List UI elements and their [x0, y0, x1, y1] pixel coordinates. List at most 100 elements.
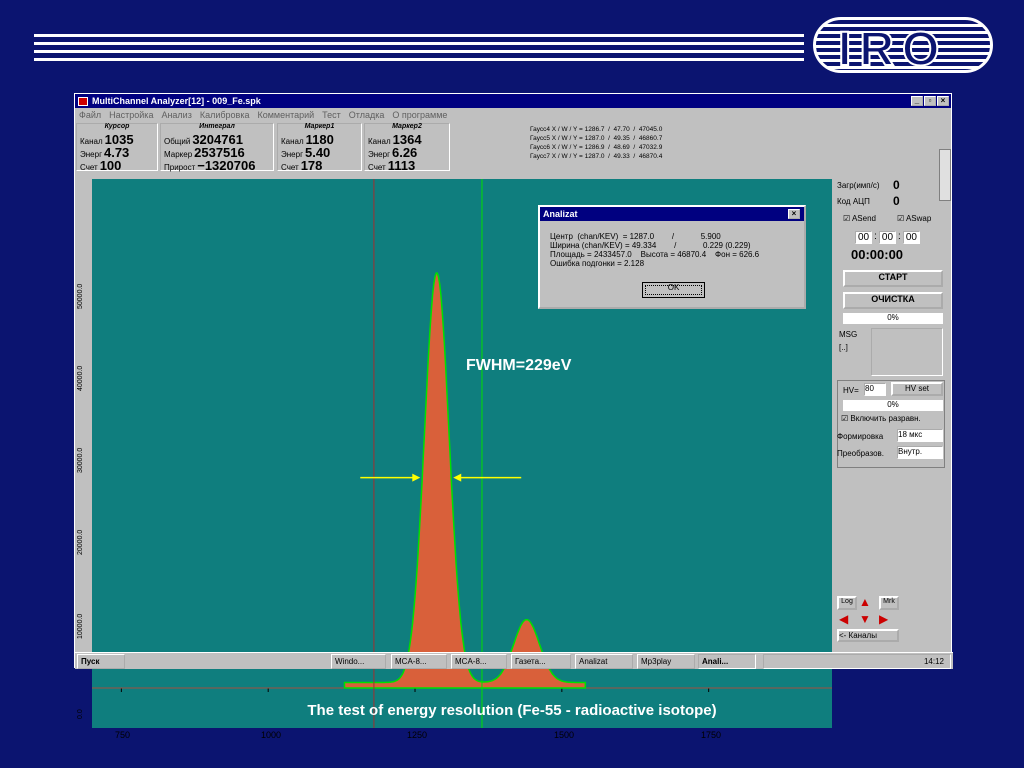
dialog-line: Центр (chan/KEV) = 1287.0 / 5.900 [550, 232, 721, 241]
side-panel: Загр(имп/с) 0 Код АЦП 0 ☑ ASend ☑ ASwap … [835, 178, 947, 648]
arrow-right-icon[interactable]: ▶ [879, 612, 888, 626]
x-tick-label: 750 [115, 730, 131, 740]
menu-comment[interactable]: Комментарий [257, 110, 314, 120]
dialog-close-icon[interactable]: × [788, 209, 800, 219]
taskbar-item[interactable]: Windo... [331, 654, 386, 669]
menu-test[interactable]: Тест [322, 110, 341, 120]
dialog-line: Ошибка подгонки = 2.128 [550, 259, 645, 268]
slide-caption: The test of energy resolution (Fe-55 - r… [307, 702, 717, 719]
gauss-line: Гаусс6 X / W / Y = 1286.9 / 48.69 / 4703… [530, 144, 663, 151]
hv-set-button[interactable]: HV set [891, 382, 943, 396]
marker2-header: Маркер2 [392, 123, 422, 130]
taskbar-item-active[interactable]: Anali... [698, 654, 756, 669]
adc-value: 0 [893, 194, 900, 208]
menu-analysis[interactable]: Анализ [161, 110, 191, 120]
label: Счет [80, 163, 98, 172]
channels-button[interactable]: <- Каналы [837, 629, 899, 642]
gauss-results: Гаусс4 X / W / Y = 1286.7 / 47.70 / 4704… [530, 125, 662, 161]
timer-display: 00:00:00 [851, 247, 904, 262]
fwhm-arrowhead-right [453, 473, 462, 482]
app-icon [78, 96, 88, 106]
fwhm-arrowhead-left [412, 473, 421, 482]
close-button[interactable]: × [937, 96, 949, 106]
info-panel: Курсор Канал 1035 Энерг 4.73 Счет 100 Интег… [75, 121, 951, 201]
title-bar: MultiChannel Analyzer[12] - 009_Fe.spk _… [75, 94, 951, 108]
ok-button[interactable]: OK [642, 282, 705, 298]
marker2-box: Маркер2 Канал 1364 Энерг 6.26 Счет 1113 [364, 123, 450, 173]
dialog-line: Ширина (chan/KEV) = 49.334 / 0.229 (0.22… [550, 241, 751, 250]
y-tick-label: 40000.0 [77, 365, 84, 391]
label: Счет [368, 163, 386, 172]
spectrum-peak [343, 272, 587, 689]
menu-calibration[interactable]: Калибровка [200, 110, 250, 120]
taskbar-item[interactable]: Analizat [575, 654, 633, 669]
msg-box [871, 328, 943, 376]
load-label: Загр(имп/с) [837, 181, 880, 190]
label: Прирост [164, 163, 196, 172]
dialog-line: Площадь = 2433457.0 Высота = 46870.4 Фон… [550, 250, 760, 259]
logo-text: IRO [837, 22, 948, 73]
gauss-line: Гаусс7 X / W / Y = 1287.0 / 49.33 / 4687… [530, 153, 663, 160]
hv-input[interactable]: 80 [864, 383, 886, 396]
y-tick-label: 30000.0 [77, 447, 84, 473]
log-button[interactable]: Log [837, 596, 857, 610]
marker1-header: Маркер1 [304, 123, 335, 130]
enable-label: Включить разравн. [850, 414, 921, 423]
maximize-button[interactable]: ▫ [924, 96, 936, 106]
arrow-left-icon[interactable]: ◀ [839, 612, 848, 626]
start-label: Пуск [81, 657, 100, 666]
menu-about[interactable]: О программе [392, 110, 447, 120]
start-button[interactable]: СТАРТ [843, 270, 943, 287]
system-tray: 14:12 [763, 654, 951, 669]
msg-value: [..] [839, 343, 848, 352]
seconds-field[interactable]: 00 [902, 231, 920, 244]
taskbar-item[interactable]: Газета... [511, 654, 571, 669]
menu-file[interactable]: Файл [79, 110, 101, 120]
marker1-count: 178 [300, 158, 323, 173]
x-tick-label: 1000 [261, 730, 282, 740]
dialog-title: Analizat [543, 209, 578, 219]
window-title: MultiChannel Analyzer[12] - 009_Fe.spk [92, 96, 261, 106]
arrow-up-icon[interactable]: ▲ [859, 595, 871, 609]
y-tick-label: 20000.0 [77, 529, 84, 555]
menu-debug[interactable]: Отладка [349, 110, 385, 120]
enable-checkbox[interactable]: ☑ [841, 414, 850, 423]
dialog-body: Центр (chan/KEV) = 1287.0 / 5.900 Ширина … [550, 232, 759, 268]
taskbar-item[interactable]: MCA-8... [451, 654, 507, 669]
y-tick-label: 50000.0 [77, 283, 84, 309]
analizat-dialog: Analizat × Центр (chan/KEV) = 1287.0 / 5.… [538, 205, 806, 309]
gauss-line: Гаусс4 X / W / Y = 1286.7 / 47.70 / 4704… [530, 126, 663, 133]
taskbar-item[interactable]: Mp3play [637, 654, 695, 669]
y-axis: 0.0 10000.0 20000.0 30000.0 40000.0 5000… [75, 179, 92, 728]
integral-box: Интеграл Общий 3204761 Маркер 2537516 Прир… [160, 123, 274, 173]
marker2-count: 1113 [387, 158, 416, 173]
shaping-select[interactable]: 18 мкс [897, 429, 943, 442]
hv-label: HV= [843, 386, 859, 395]
minutes-field[interactable]: 00 [878, 231, 897, 244]
header-lines [34, 34, 804, 66]
x-tick-label: 1500 [554, 730, 575, 740]
mrk-button[interactable]: Mrk [879, 596, 899, 610]
fwhm-annotation: FWHM=229eV [466, 357, 572, 374]
menu-settings[interactable]: Настройка [109, 110, 153, 120]
progress-bar: 0% [843, 313, 943, 324]
start-menu-button[interactable]: Пуск [77, 654, 125, 669]
gauss-line: Гаусс5 X / W / Y = 1287.0 / 49.35 / 4686… [530, 135, 663, 142]
clear-button[interactable]: ОЧИСТКА [843, 292, 943, 309]
cursor-header: Курсор [104, 123, 130, 130]
hours-field[interactable]: 00 [855, 231, 873, 244]
y-tick-label: 10000.0 [77, 613, 84, 639]
integral-gain: −1320706 [197, 158, 256, 173]
shaping-label: Формировка [837, 432, 884, 441]
aswap-checkbox[interactable]: ☑ [897, 214, 906, 223]
minimize-button[interactable]: _ [911, 96, 923, 106]
asend-checkbox[interactable]: ☑ [843, 214, 852, 223]
arrow-down-icon[interactable]: ▼ [859, 612, 871, 626]
conversion-value: Внутр. [898, 447, 923, 456]
asend-label: ASend [851, 214, 876, 223]
conversion-select[interactable]: Внутр. [897, 446, 943, 459]
taskbar-item[interactable]: MCA-8... [391, 654, 447, 669]
iro-logo: IRO [813, 17, 993, 73]
clock: 14:12 [923, 657, 944, 666]
integral-header: Интеграл [199, 123, 235, 130]
